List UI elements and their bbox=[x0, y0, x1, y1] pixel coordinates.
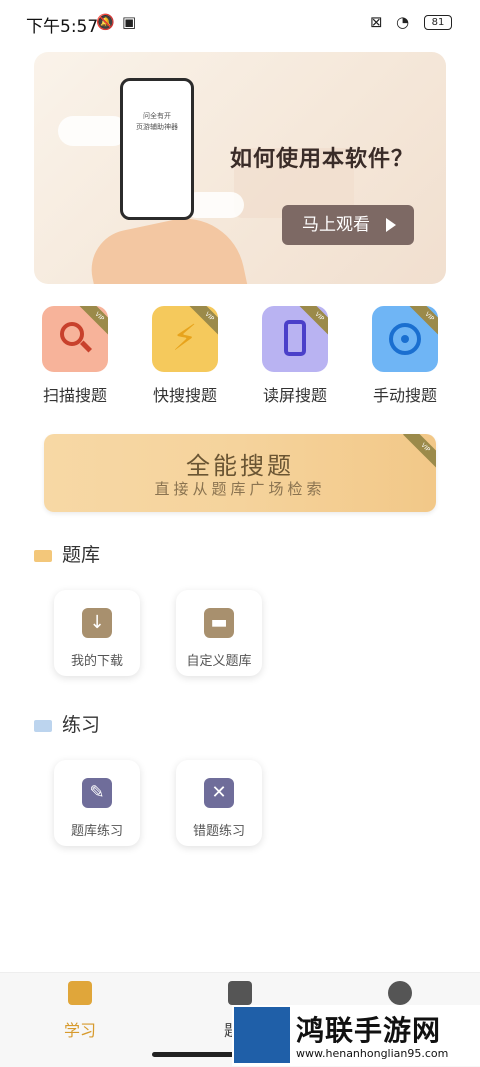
target-icon: VIP bbox=[372, 306, 438, 372]
folder-icon bbox=[34, 549, 52, 562]
folder-icon bbox=[34, 719, 52, 732]
lightning-icon: ⚡ VIP bbox=[152, 306, 218, 372]
card-label: 自定义题库 bbox=[186, 654, 252, 669]
person-icon bbox=[388, 981, 412, 1005]
section-bank-label: 题库 bbox=[62, 544, 101, 566]
tab-study[interactable]: 学习 bbox=[20, 981, 140, 1041]
tool-label: 手动搜题 bbox=[372, 386, 437, 405]
wifi-icon: ◔ bbox=[396, 13, 410, 31]
folder-icon: ▬ bbox=[204, 608, 234, 638]
tool-label: 扫描搜题 bbox=[42, 386, 107, 405]
search-tools-row: VIP 扫描搜题 ⚡ VIP 快搜搜题 VIP 读屏搜题 VIP 手动搜题 bbox=[0, 306, 480, 406]
battery-indicator: 81 bbox=[424, 15, 452, 30]
tool-label: 快搜搜题 bbox=[152, 386, 217, 405]
close-icon: ✕ bbox=[204, 778, 234, 808]
play-icon bbox=[386, 218, 396, 232]
screen-read-icon: VIP bbox=[262, 306, 328, 372]
all-search-subtitle: 直接从题库广场检索 bbox=[154, 480, 326, 498]
tool-label: 读屏搜题 bbox=[262, 386, 327, 405]
tool-scan-search[interactable]: VIP 扫描搜题 bbox=[20, 306, 130, 406]
card-label: 错题练习 bbox=[192, 824, 245, 839]
watermark-title: 鸿联手游网 bbox=[296, 1014, 442, 1047]
section-title-bank: 题库 bbox=[34, 540, 100, 567]
magnifier-icon: VIP bbox=[42, 306, 108, 372]
watermark-url: www.henanhonglian95.com bbox=[296, 1047, 449, 1060]
section-practice-label: 练习 bbox=[62, 714, 101, 736]
status-time: 下午5:57 bbox=[26, 17, 99, 37]
download-icon: ↓ bbox=[82, 608, 112, 638]
phone-text-line1: 问全有开 bbox=[143, 112, 171, 120]
nfc-icon: ▣ bbox=[122, 13, 137, 31]
watch-now-label: 马上观看 bbox=[302, 215, 370, 235]
watermark: 鸿联手游网 www.henanhonglian95.com bbox=[232, 1005, 480, 1066]
watch-now-button[interactable]: 马上观看 bbox=[282, 205, 414, 245]
card-label: 我的下载 bbox=[70, 654, 123, 669]
home-icon bbox=[228, 981, 252, 1005]
phone-illustration: 问全有开页游辅助神器 bbox=[120, 78, 194, 220]
practice-icon: ✎ bbox=[82, 778, 112, 808]
tool-manual-search[interactable]: VIP 手动搜题 bbox=[350, 306, 460, 406]
my-downloads-card[interactable]: ↓ 我的下载 bbox=[54, 590, 140, 676]
no-sim-icon: ⊠ bbox=[370, 13, 383, 31]
all-search-title: 全能搜题 bbox=[186, 452, 294, 480]
watermark-logo bbox=[234, 1007, 290, 1063]
banner-headline: 如何使用本软件？ bbox=[230, 147, 415, 172]
wrong-practice-card[interactable]: ✕ 错题练习 bbox=[176, 760, 262, 846]
status-bar: 下午5:57 🔕 ▣ ⊠ ◔ 81 bbox=[0, 0, 480, 44]
tool-screen-search[interactable]: VIP 读屏搜题 bbox=[240, 306, 350, 406]
custom-bank-card[interactable]: ▬ 自定义题库 bbox=[176, 590, 262, 676]
tab-label: 学习 bbox=[63, 1021, 96, 1040]
card-label: 题库练习 bbox=[70, 824, 123, 839]
bank-practice-card[interactable]: ✎ 题库练习 bbox=[54, 760, 140, 846]
tutorial-banner[interactable]: 问全有开页游辅助神器 如何使用本软件？ 马上观看 bbox=[34, 52, 446, 284]
section-title-practice: 练习 bbox=[34, 710, 100, 737]
cloud-decoration bbox=[58, 116, 128, 146]
book-icon bbox=[68, 981, 92, 1005]
mute-bell-icon: 🔕 bbox=[96, 13, 115, 31]
all-search-button[interactable]: 全能搜题 直接从题库广场检索 VIP bbox=[44, 434, 436, 512]
tool-quick-search[interactable]: ⚡ VIP 快搜搜题 bbox=[130, 306, 240, 406]
phone-text-line2: 页游辅助神器 bbox=[136, 123, 178, 131]
